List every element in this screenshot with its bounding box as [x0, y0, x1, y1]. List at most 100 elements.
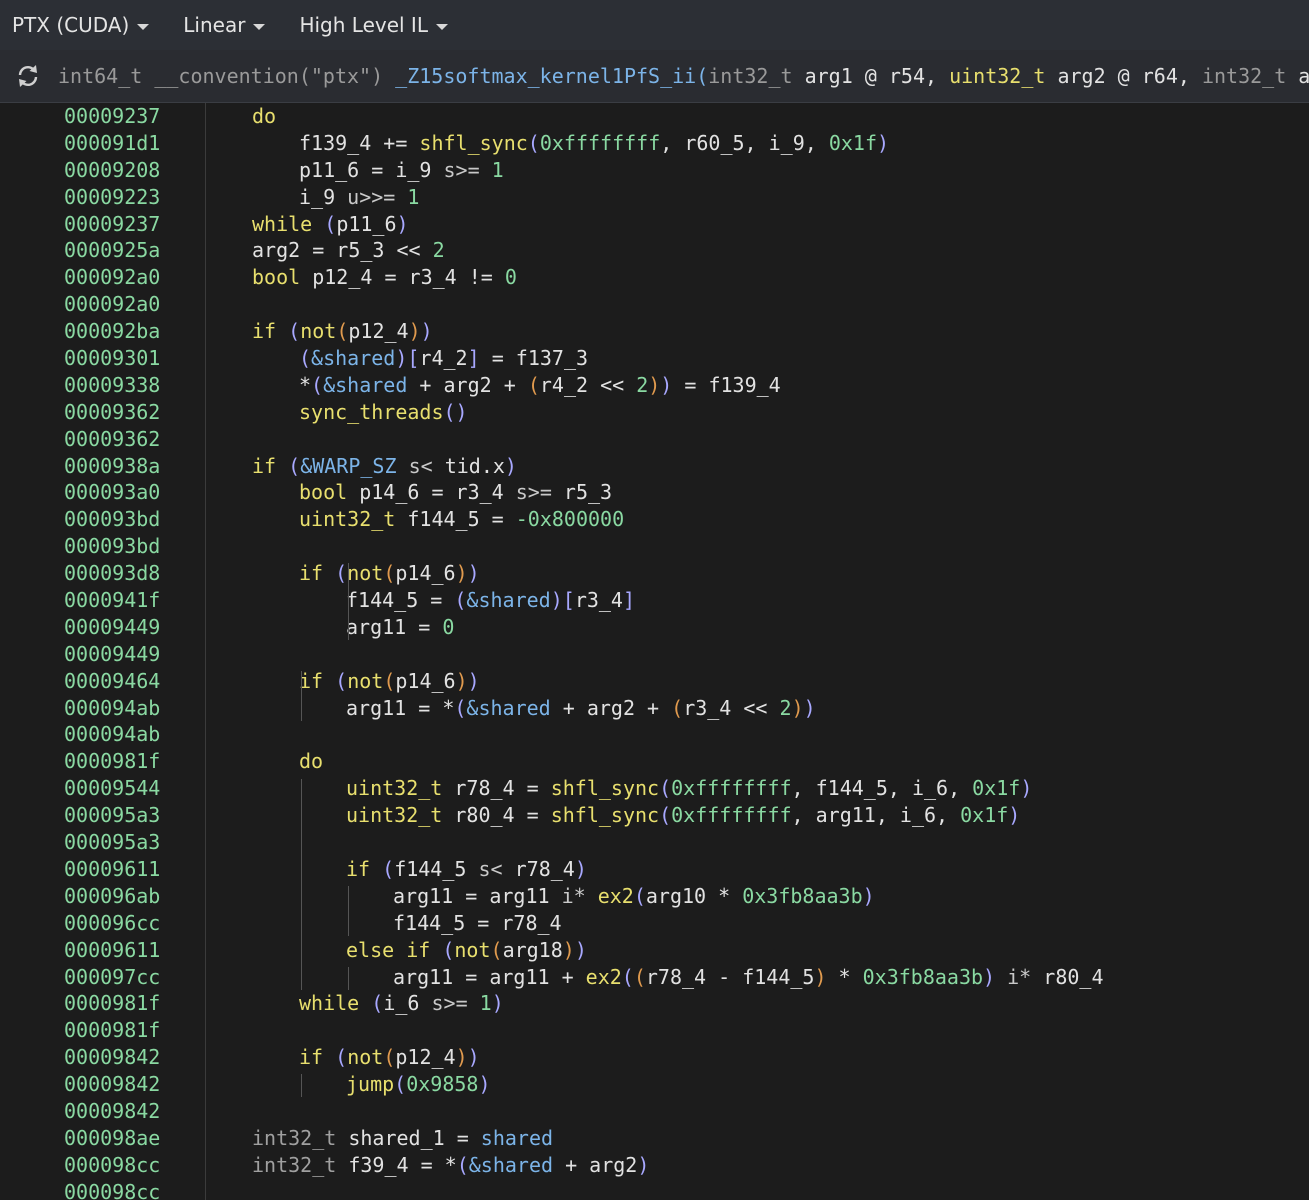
line-code[interactable]: uint32_t r80_4 = shfl_sync(0xffffffff, a…	[346, 802, 1020, 829]
line-code[interactable]: if (not(p12_4))	[252, 318, 433, 345]
line-address[interactable]: 00009449	[64, 614, 160, 641]
code-line[interactable]: 00009208 p11_6 = i_9 s>= 1	[0, 157, 1309, 184]
line-address[interactable]: 0000981f	[64, 748, 160, 775]
line-code[interactable]: f144_5 = r78_4	[393, 910, 562, 937]
line-address[interactable]: 0000981f	[64, 990, 160, 1017]
line-code[interactable]: *(&shared + arg2 + (r4_2 << 2)) = f139_4	[299, 372, 781, 399]
line-code[interactable]: uint32_t r78_4 = shfl_sync(0xffffffff, f…	[346, 775, 1032, 802]
line-address[interactable]: 000093bd	[64, 506, 160, 533]
line-address[interactable]: 000097cc	[64, 964, 160, 991]
line-code[interactable]: while (i_6 s>= 1)	[299, 990, 504, 1017]
line-address[interactable]: 0000981f	[64, 1017, 160, 1044]
hlil-code-view[interactable]: 00009237 do 000091d1 f139_4 += shfl_sync(0x…	[0, 103, 1309, 1200]
line-code[interactable]: while (p11_6)	[252, 211, 409, 238]
code-line[interactable]: 00009237 do	[0, 103, 1309, 130]
function-name[interactable]: _Z15softmax_kernel1PfS_ii	[395, 64, 696, 88]
line-address[interactable]: 000096ab	[64, 883, 160, 910]
line-address[interactable]: 00009544	[64, 775, 160, 802]
code-line[interactable]: 00009223 i_9 u>>= 1	[0, 184, 1309, 211]
line-address[interactable]: 00009362	[64, 399, 160, 426]
line-code[interactable]: arg2 = r5_3 << 2	[252, 237, 445, 264]
code-line[interactable]: 00009842 if (not(p12_4))	[0, 1044, 1309, 1071]
code-line[interactable]: 00009464 if (not(p14_6))	[0, 668, 1309, 695]
code-line[interactable]: 000098cc int32_t f39_4 = *(&shared + arg2…	[0, 1152, 1309, 1179]
line-address[interactable]: 00009301	[64, 345, 160, 372]
line-code[interactable]: int32_t f39_4 = *(&shared + arg2)	[252, 1152, 649, 1179]
line-address[interactable]: 00009223	[64, 184, 160, 211]
code-line[interactable]: 000092a0	[0, 291, 1309, 318]
line-code[interactable]: arg11 = arg11 + ex2((r78_4 - f144_5) * 0…	[393, 964, 1103, 991]
line-code[interactable]: arg11 = 0	[346, 614, 454, 641]
code-line[interactable]: 000097cc arg11 = arg11 + ex2((r78_4 - f14…	[0, 964, 1309, 991]
code-line[interactable]: 000093bd uint32_t f144_5 = -0x800000	[0, 506, 1309, 533]
line-code[interactable]: arg11 = *(&shared + arg2 + (r3_4 << 2))	[346, 695, 816, 722]
line-address[interactable]: 00009362	[64, 426, 160, 453]
param3[interactable]: arg3	[1286, 64, 1309, 88]
line-address[interactable]: 00009338	[64, 372, 160, 399]
line-code[interactable]: do	[299, 748, 323, 775]
code-line[interactable]: 000095a3	[0, 829, 1309, 856]
code-line[interactable]: 00009237 while (p11_6)	[0, 211, 1309, 238]
code-line[interactable]: 000092a0 bool p12_4 = r3_4 != 0	[0, 264, 1309, 291]
code-line[interactable]: 00009842	[0, 1098, 1309, 1125]
line-code[interactable]: if (not(p14_6))	[299, 668, 480, 695]
line-address[interactable]: 000095a3	[64, 802, 160, 829]
line-address[interactable]: 000094ab	[64, 721, 160, 748]
code-line[interactable]: 000096cc f144_5 = r78_4	[0, 910, 1309, 937]
line-code[interactable]: bool p12_4 = r3_4 != 0	[252, 264, 517, 291]
line-address[interactable]: 000096cc	[64, 910, 160, 937]
code-line[interactable]: 00009611 if (f144_5 s< r78_4)	[0, 856, 1309, 883]
line-address[interactable]: 000098ae	[64, 1125, 160, 1152]
code-line[interactable]: 000094ab	[0, 721, 1309, 748]
line-address[interactable]: 00009208	[64, 157, 160, 184]
code-line[interactable]: 0000925a arg2 = r5_3 << 2	[0, 237, 1309, 264]
code-line[interactable]: 000092ba if (not(p12_4))	[0, 318, 1309, 345]
line-code[interactable]: do	[252, 103, 276, 130]
code-line[interactable]: 00009362 sync_threads()	[0, 399, 1309, 426]
line-address[interactable]: 00009842	[64, 1098, 160, 1125]
code-line[interactable]: 00009842 jump(0x9858)	[0, 1071, 1309, 1098]
code-line[interactable]: 000093d8 if (not(p14_6))	[0, 560, 1309, 587]
line-code[interactable]: int32_t shared_1 = shared	[252, 1125, 553, 1152]
architecture-dropdown[interactable]: PTX (CUDA)	[0, 0, 150, 50]
line-address[interactable]: 000093d8	[64, 560, 160, 587]
line-address[interactable]: 00009449	[64, 641, 160, 668]
line-code[interactable]: f144_5 = (&shared)[r3_4]	[346, 587, 635, 614]
code-line[interactable]: 0000981f	[0, 1017, 1309, 1044]
code-line[interactable]: 000093bd	[0, 533, 1309, 560]
line-address[interactable]: 00009842	[64, 1044, 160, 1071]
code-line[interactable]: 000091d1 f139_4 += shfl_sync(0xffffffff, …	[0, 130, 1309, 157]
code-line[interactable]: 0000981f do	[0, 748, 1309, 775]
code-line[interactable]: 000094ab arg11 = *(&shared + arg2 + (r3_4…	[0, 695, 1309, 722]
code-line[interactable]: 00009301 (&shared)[r4_2] = f137_3	[0, 345, 1309, 372]
line-address[interactable]: 000098cc	[64, 1152, 160, 1179]
view-mode-dropdown[interactable]: Linear	[171, 0, 266, 50]
line-address[interactable]: 000094ab	[64, 695, 160, 722]
code-line[interactable]: 000093a0 bool p14_6 = r3_4 s>= r5_3	[0, 479, 1309, 506]
code-line[interactable]: 000095a3 uint32_t r80_4 = shfl_sync(0xfff…	[0, 802, 1309, 829]
line-address[interactable]: 00009611	[64, 856, 160, 883]
line-address[interactable]: 00009611	[64, 937, 160, 964]
line-address[interactable]: 000093bd	[64, 533, 160, 560]
line-address[interactable]: 000095a3	[64, 829, 160, 856]
line-code[interactable]: arg11 = arg11 i* ex2(arg10 * 0x3fb8aa3b)	[393, 883, 875, 910]
line-code[interactable]: i_9 u>>= 1	[299, 184, 419, 211]
line-address[interactable]: 0000941f	[64, 587, 160, 614]
param1[interactable]: arg1 @ r54,	[793, 64, 950, 88]
line-code[interactable]: if (f144_5 s< r78_4)	[346, 856, 587, 883]
code-line[interactable]: 00009611 else if (not(arg18))	[0, 937, 1309, 964]
line-address[interactable]: 000098cc	[64, 1179, 160, 1200]
line-code[interactable]: jump(0x9858)	[346, 1071, 491, 1098]
line-code[interactable]: if (&WARP_SZ s< tid.x)	[252, 453, 517, 480]
refresh-icon[interactable]	[14, 62, 42, 90]
line-address[interactable]: 00009464	[64, 668, 160, 695]
line-code[interactable]: else if (not(arg18))	[346, 937, 587, 964]
line-code[interactable]: if (not(p14_6))	[299, 560, 480, 587]
code-line[interactable]: 0000938a if (&WARP_SZ s< tid.x)	[0, 453, 1309, 480]
il-level-dropdown[interactable]: High Level IL	[287, 0, 448, 50]
line-code[interactable]: p11_6 = i_9 s>= 1	[299, 157, 504, 184]
line-address[interactable]: 000092ba	[64, 318, 160, 345]
line-address[interactable]: 00009237	[64, 103, 160, 130]
line-address[interactable]: 000092a0	[64, 291, 160, 318]
code-line[interactable]: 000098cc	[0, 1179, 1309, 1200]
